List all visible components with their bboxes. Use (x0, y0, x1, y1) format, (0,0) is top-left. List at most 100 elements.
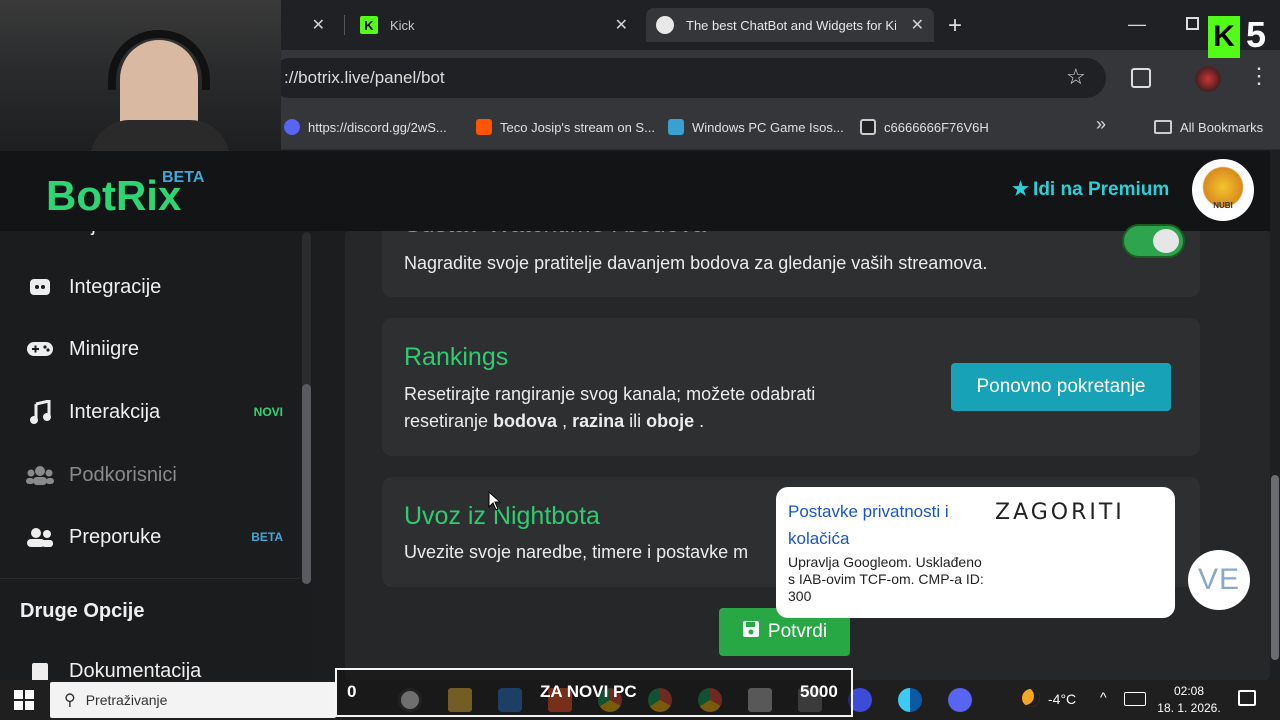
clock-date: 18. 1. 2026. (1157, 701, 1221, 715)
tab-1[interactable]: ✕ (285, 8, 335, 42)
nightbot-desc: Uvezite svoje naredbe, timere i postavke… (404, 542, 749, 562)
bookmark-discord[interactable]: https://discord.gg/2wS... (284, 116, 447, 138)
sidebar-item-interakcija[interactable]: Interakcija NOVI (0, 385, 300, 439)
bookmark-label: c6666666F76V6H (884, 119, 989, 135)
tab-kick[interactable]: K Kick ✕ (350, 8, 638, 42)
kick-favicon-icon: K (360, 16, 378, 34)
premium-label: Idi na Premium (1033, 178, 1170, 200)
address-bar[interactable]: ://botrix.live/panel/bot (270, 58, 1106, 98)
minimize-icon[interactable]: — (1128, 14, 1146, 35)
rankings-desc: Resetirajte rangiranje svog kanala; može… (404, 381, 924, 435)
goal-target: 5000 (800, 682, 838, 701)
more-bookmarks-icon[interactable]: » (1096, 114, 1106, 135)
sidebar-item-label: Miniigre (69, 337, 140, 360)
bold-oboje: oboje (646, 411, 695, 431)
ve-badge[interactable]: VE (1188, 550, 1250, 610)
profile-avatar[interactable] (1195, 66, 1221, 92)
tab-close-icon[interactable]: ✕ (911, 15, 924, 35)
tab-botrix[interactable]: The best ChatBot and Widgets for Kic ✕ (646, 8, 934, 42)
tab-close-icon[interactable]: ✕ (312, 15, 325, 35)
bold-razina: razina (572, 411, 625, 431)
sidebar-item-integracije[interactable]: Integracije (0, 260, 300, 314)
stream-goal-overlay: 0 ZA NOVI PC 5000 (335, 668, 853, 717)
new-badge: NOVI (253, 405, 283, 419)
privacy-text: Upravlja Googleom. Usklađeno s IAB-ovim … (788, 554, 984, 604)
text: , (557, 411, 573, 431)
sidebar-item-label: Integracije (69, 275, 162, 298)
sidebar-item-miniigre[interactable]: Miniigre (0, 322, 300, 376)
kick-number: 5 (1246, 14, 1267, 55)
star-icon: ★ (1012, 179, 1030, 200)
bookmark-label: Teco Josip's stream on S... (500, 119, 655, 135)
menu-dots-icon[interactable]: ⋮ (1248, 63, 1270, 89)
goal-current: 0 (347, 682, 357, 701)
logo-beta-badge-front: BETA (162, 169, 205, 186)
search-icon: ⚲ (64, 692, 76, 709)
reset-rankings-button[interactable]: Ponovno pokretanje (951, 363, 1171, 411)
floppy-disk-icon (742, 620, 760, 644)
avatar-text: NUBI (1213, 201, 1233, 210)
document-icon (26, 660, 54, 680)
bookmark-soundcloud[interactable]: Teco Josip's stream on S... (476, 116, 655, 138)
mouse-cursor-icon (488, 491, 502, 511)
goal-text: ZA NOVI PC (540, 682, 637, 701)
sidebar-section-title: Druge Opcije (20, 600, 145, 622)
save-label: Potvrdi (767, 621, 828, 642)
privacy-title-link[interactable]: Postavke privatnosti i kolačića (788, 498, 978, 552)
sidebar-item-label: Podkorisnici (69, 463, 177, 486)
bookmark-label: All Bookmarks (1180, 119, 1264, 135)
botrix-favicon-icon (656, 16, 674, 34)
tray-chevron-icon[interactable]: ^ (1100, 689, 1107, 705)
extensions-icon[interactable] (1131, 68, 1151, 88)
clock-time: 02:08 (1173, 684, 1205, 698)
bookmark-star-icon[interactable]: ☆ (1066, 64, 1086, 90)
notifications-icon[interactable] (1238, 690, 1256, 706)
keyboard-icon[interactable] (1124, 692, 1146, 706)
windows-start-icon[interactable] (14, 690, 34, 710)
new-tab-button[interactable]: + (948, 12, 962, 40)
all-bookmarks[interactable]: All Bookmarks (1154, 116, 1263, 138)
gamepad-icon (26, 337, 54, 361)
bookmark-label: https://discord.gg/2wS... (308, 119, 447, 135)
tab-label: Kick (390, 17, 415, 33)
privacy-brand-logo: ZAGORITI (995, 500, 1125, 525)
sidebar-item-dokumentacija[interactable]: Dokumentacija (0, 646, 300, 680)
toggle-knob (1153, 229, 1179, 253)
sidebar-divider (0, 578, 300, 579)
bookmark-game-isos[interactable]: Windows PC Game Isos... (668, 116, 844, 138)
taskbar-clock[interactable]: 02:08 18. 1. 2026. (1156, 683, 1222, 717)
music-icon (26, 400, 54, 424)
user-avatar[interactable]: NUBI (1192, 159, 1254, 221)
tab-close-icon[interactable]: ✕ (615, 15, 628, 35)
url-text: ://botrix.live/panel/bot (284, 68, 445, 87)
bookmark-c666[interactable]: c6666666F76V6H (860, 116, 989, 138)
rankings-title: Rankings (404, 343, 509, 371)
text: resetiranje (404, 411, 494, 431)
restore-icon[interactable] (1186, 17, 1199, 30)
kick-logo-icon: K (1208, 16, 1240, 58)
users-icon (26, 463, 54, 487)
taskbar-search[interactable]: ⚲ Pretraživanje (50, 682, 336, 718)
tab-label: The best ChatBot and Widgets for Kic (686, 17, 896, 33)
rankings-desc-line1: Resetirajte rangiranje svog kanala; može… (404, 384, 816, 404)
weather-temperature[interactable]: -4°C (1048, 691, 1076, 707)
weather-moon-icon[interactable] (1022, 689, 1040, 707)
sidebar-item-label: Interakcija (69, 400, 161, 423)
sidebar-scroll-thumb[interactable] (302, 384, 311, 584)
discord-icon (284, 119, 300, 135)
bookmark-label: Windows PC Game Isos... (692, 119, 844, 135)
edge-icon[interactable] (898, 688, 922, 712)
sidebar-item-preporuke[interactable]: Preporuke BETA (0, 510, 300, 564)
game-iso-icon (668, 119, 684, 135)
text: ili (624, 411, 647, 431)
premium-link[interactable]: ★ Idi na Premium (1012, 178, 1169, 201)
page-scroll-thumb[interactable] (1271, 475, 1279, 660)
monitor-icon (860, 119, 876, 135)
bold-bodova: bodova (493, 411, 558, 431)
beta-badge: BETA (251, 530, 283, 544)
sidebar-item-label: Dokumentacija (69, 660, 202, 680)
discord-icon[interactable] (948, 688, 972, 712)
discord-icon (26, 275, 54, 299)
text: . (694, 411, 705, 431)
sidebar-item-podkorisnici[interactable]: Podkorisnici (0, 448, 300, 502)
